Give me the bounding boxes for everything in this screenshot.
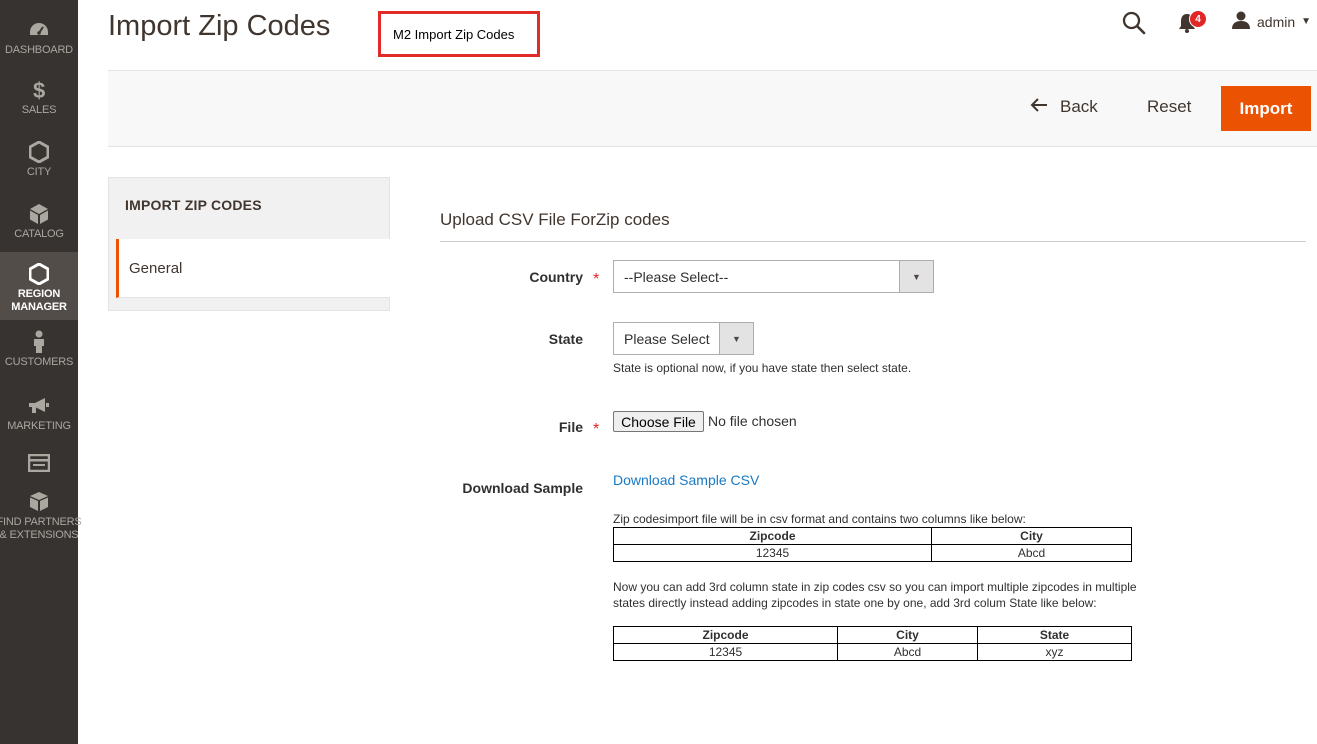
sidebar-item-dashboard[interactable]: DASHBOARD (0, 18, 78, 62)
tabs-title: IMPORT ZIP CODES (125, 197, 262, 213)
sidebar-item-label: CATALOG (14, 228, 64, 240)
back-button[interactable]: Back (1030, 97, 1098, 117)
table-cell: Abcd (931, 544, 1132, 562)
sidebar-item-label: CITY (26, 166, 52, 178)
table-row: 12345 Abcd xyz (613, 643, 1132, 661)
sidebar-item-marketing[interactable]: MARKETING (0, 394, 78, 438)
table-cell: xyz (977, 643, 1132, 661)
format-note: Zip codesimport file will be in csv form… (613, 512, 1026, 526)
table-header-cell: City (837, 626, 978, 644)
notification-badge: 4 (1189, 10, 1207, 28)
required-marker: * (593, 421, 600, 438)
table-header-cell: City (931, 527, 1132, 545)
sidebar-item-label: SALES (21, 104, 57, 116)
file-label: File (558, 419, 583, 435)
store-icon (28, 452, 50, 474)
state-note: State is optional now, if you have state… (613, 361, 912, 375)
table-cell: 12345 (613, 544, 932, 562)
table-header-cell: Zipcode (613, 527, 932, 545)
dashboard-icon (28, 18, 50, 42)
fieldset-divider (440, 241, 1306, 242)
back-button-label: Back (1060, 97, 1098, 116)
hexagon-icon (29, 262, 49, 286)
user-icon (1231, 10, 1251, 33)
chevron-down-icon: ▼ (1301, 16, 1312, 27)
download-sample-link[interactable]: Download Sample CSV (613, 472, 759, 488)
download-sample-label: Download Sample (462, 480, 583, 496)
megaphone-icon (27, 394, 51, 418)
sidebar-item-label: MANAGER (11, 301, 67, 313)
sample-table-three-columns: Zipcode City State 12345 Abcd xyz (613, 626, 1132, 661)
sidebar-item-label: MARKETING (7, 420, 71, 432)
file-status: No file chosen (708, 413, 797, 429)
cube-icon (29, 202, 49, 226)
fieldset-title: Upload CSV File ForZip codes (440, 210, 670, 229)
hexagon-icon (29, 140, 49, 164)
country-select-value: --Please Select-- (624, 268, 729, 285)
state-column-note: Now you can add 3rd column state in zip … (613, 580, 1137, 610)
sidebar-item-customers[interactable]: CUSTOMERS (0, 330, 78, 374)
sample-table-two-columns: Zipcode City 12345 Abcd (613, 527, 1132, 562)
sidebar-item-label: REGION (17, 288, 61, 300)
state-select[interactable]: Please Select ▼ (613, 322, 754, 355)
person-icon (32, 330, 46, 354)
sidebar-item-label: CUSTOMERS (4, 356, 74, 368)
table-header-row: Zipcode City (613, 527, 1132, 545)
sidebar-item-label: DASHBOARD (5, 44, 73, 56)
sidebar-item-label: & EXTENSIONS (0, 529, 79, 541)
tab-general[interactable]: General (116, 239, 390, 298)
sidebar-item-catalog[interactable]: CATALOG (0, 202, 78, 246)
country-select[interactable]: --Please Select-- ▼ (613, 260, 934, 293)
state-label: State (548, 331, 583, 347)
table-cell: 12345 (613, 643, 838, 661)
table-header-cell: Zipcode (613, 626, 838, 644)
choose-file-button[interactable]: Choose File (613, 411, 704, 432)
arrow-left-icon (1030, 97, 1048, 117)
sidebar-item-region-manager[interactable]: REGION MANAGER (0, 252, 78, 320)
annotation-label: M2 Import Zip Codes (378, 11, 540, 57)
sidebar-item-stores[interactable] (0, 452, 78, 476)
admin-sidebar: DASHBOARD $ SALES CITY CATALOG REGION MA… (0, 0, 82, 744)
sidebar-item-city[interactable]: CITY (0, 140, 78, 184)
table-header-cell: State (977, 626, 1132, 644)
chevron-down-icon: ▼ (719, 323, 753, 354)
table-cell: Abcd (837, 643, 978, 661)
table-header-row: Zipcode City State (613, 626, 1132, 644)
chevron-down-icon: ▼ (899, 261, 933, 292)
page-title: Import Zip Codes (108, 10, 331, 42)
dollar-icon: $ (32, 77, 46, 103)
state-select-value: Please Select (624, 330, 710, 347)
sidebar-item-partners[interactable]: FIND PARTNERS & EXTENSIONS (0, 490, 82, 546)
user-menu[interactable]: admin ▼ (1231, 10, 1311, 33)
boxes-icon (28, 490, 50, 514)
user-name: admin (1257, 13, 1296, 30)
import-button[interactable]: Import (1221, 86, 1311, 131)
page-actions-bar (108, 70, 1317, 147)
required-marker: * (593, 271, 600, 288)
reset-button[interactable]: Reset (1147, 97, 1191, 117)
country-label: Country (529, 269, 583, 285)
sidebar-item-label: FIND PARTNERS (0, 516, 82, 528)
table-row: 12345 Abcd (613, 544, 1132, 562)
search-icon[interactable] (1121, 10, 1147, 36)
sidebar-item-sales[interactable]: $ SALES (0, 78, 78, 122)
